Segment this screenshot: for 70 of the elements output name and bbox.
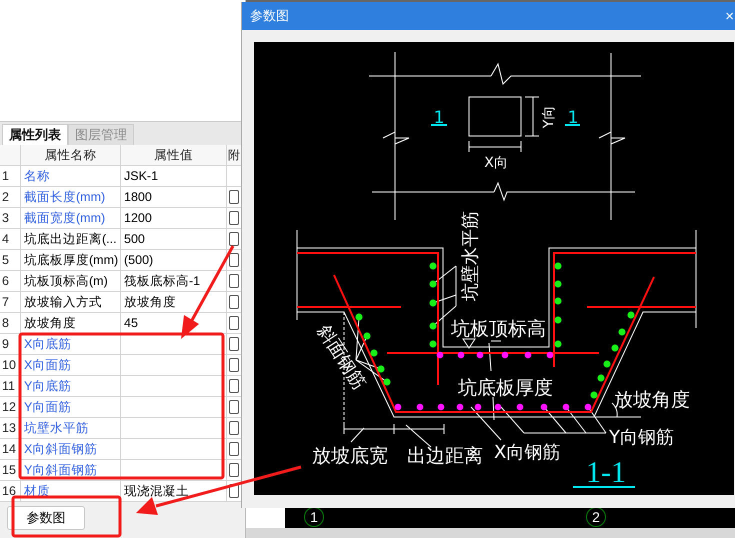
table-cell: Y向面筋: [21, 397, 121, 418]
table-cell: (500): [121, 250, 227, 271]
table-cell: 坑底板厚度(mm): [21, 250, 121, 271]
row-number: 15: [0, 460, 21, 481]
column-header: 属性值: [121, 145, 227, 166]
table-cell: 坑底出边距离(...: [21, 229, 121, 250]
drawing-label: 坑板顶标高: [451, 318, 546, 340]
section-title: 1-1: [586, 456, 626, 489]
checkbox[interactable]: [229, 295, 239, 309]
column-header: 属性名称: [21, 145, 121, 166]
row-number: 14: [0, 439, 21, 460]
checkbox[interactable]: [229, 274, 239, 288]
table-cell: 截面长度(mm): [21, 187, 121, 208]
checkbox[interactable]: [229, 190, 239, 204]
table-cell: 名称: [21, 166, 121, 187]
table-cell: 1200: [121, 208, 227, 229]
table-cell: Y向斜面钢筋: [21, 460, 121, 481]
table-cell: 500: [121, 229, 227, 250]
table-cell: 放坡角度: [21, 313, 121, 334]
row-number: 7: [0, 292, 21, 313]
drawing-label: 放坡底宽: [312, 445, 388, 467]
table-cell: 放坡角度: [121, 292, 227, 313]
dimension-label: Y向: [541, 106, 557, 128]
checkbox[interactable]: [229, 463, 239, 477]
parameter-diagram-button[interactable]: 参数图: [7, 506, 85, 530]
table-cell: X向面筋: [21, 355, 121, 376]
row-number: 2: [0, 187, 21, 208]
row-number: 9: [0, 334, 21, 355]
close-button[interactable]: ×: [723, 8, 735, 24]
drawing-label: X向钢筋: [494, 442, 560, 463]
checkbox[interactable]: [229, 232, 239, 246]
row-number: 6: [0, 271, 21, 292]
table-cell: 截面宽度(mm): [21, 208, 121, 229]
row-number: 13: [0, 418, 21, 439]
row-number: 5: [0, 250, 21, 271]
checkbox[interactable]: [229, 442, 239, 456]
checkbox[interactable]: [229, 211, 239, 225]
drawing-label: Y向钢筋: [609, 427, 674, 448]
table-cell: JSK-1: [121, 166, 227, 187]
row-number: 3: [0, 208, 21, 229]
row-number: 8: [0, 313, 21, 334]
checkbox[interactable]: [229, 379, 239, 393]
checkbox[interactable]: [229, 316, 239, 330]
table-cell: 坑壁水平筋: [21, 418, 121, 439]
checkbox[interactable]: [229, 337, 239, 351]
table-cell: Y向底筋: [21, 376, 121, 397]
panel-tab[interactable]: 属性列表: [2, 124, 68, 145]
table-cell: X向斜面钢筋: [21, 439, 121, 460]
section-mark: 1: [568, 108, 578, 128]
drawing-label: 坑壁水平筋: [460, 211, 481, 301]
table-cell: X向底筋: [21, 334, 121, 355]
drawing-label: 坑底板厚度: [458, 377, 553, 399]
drawing-label: 出边距离: [407, 445, 483, 467]
drawing-label: 放坡角度: [614, 389, 690, 411]
checkbox[interactable]: [229, 421, 239, 435]
row-number: 1: [0, 166, 21, 187]
table-cell: 筏板底标高-1: [121, 271, 227, 292]
table-cell: 放坡输入方式: [21, 292, 121, 313]
section-mark: 1: [434, 108, 444, 128]
checkbox[interactable]: [229, 358, 239, 372]
checkbox[interactable]: [229, 253, 239, 267]
row-number: 4: [0, 229, 21, 250]
dimension-label: X向: [484, 155, 508, 171]
dialog-title: 参数图: [250, 7, 289, 25]
checkbox[interactable]: [229, 400, 239, 414]
row-number: 12: [0, 397, 21, 418]
table-cell: 坑板顶标高(m): [21, 271, 121, 292]
table-cell: 1800: [121, 187, 227, 208]
row-number: 11: [0, 376, 21, 397]
row-number: 10: [0, 355, 21, 376]
